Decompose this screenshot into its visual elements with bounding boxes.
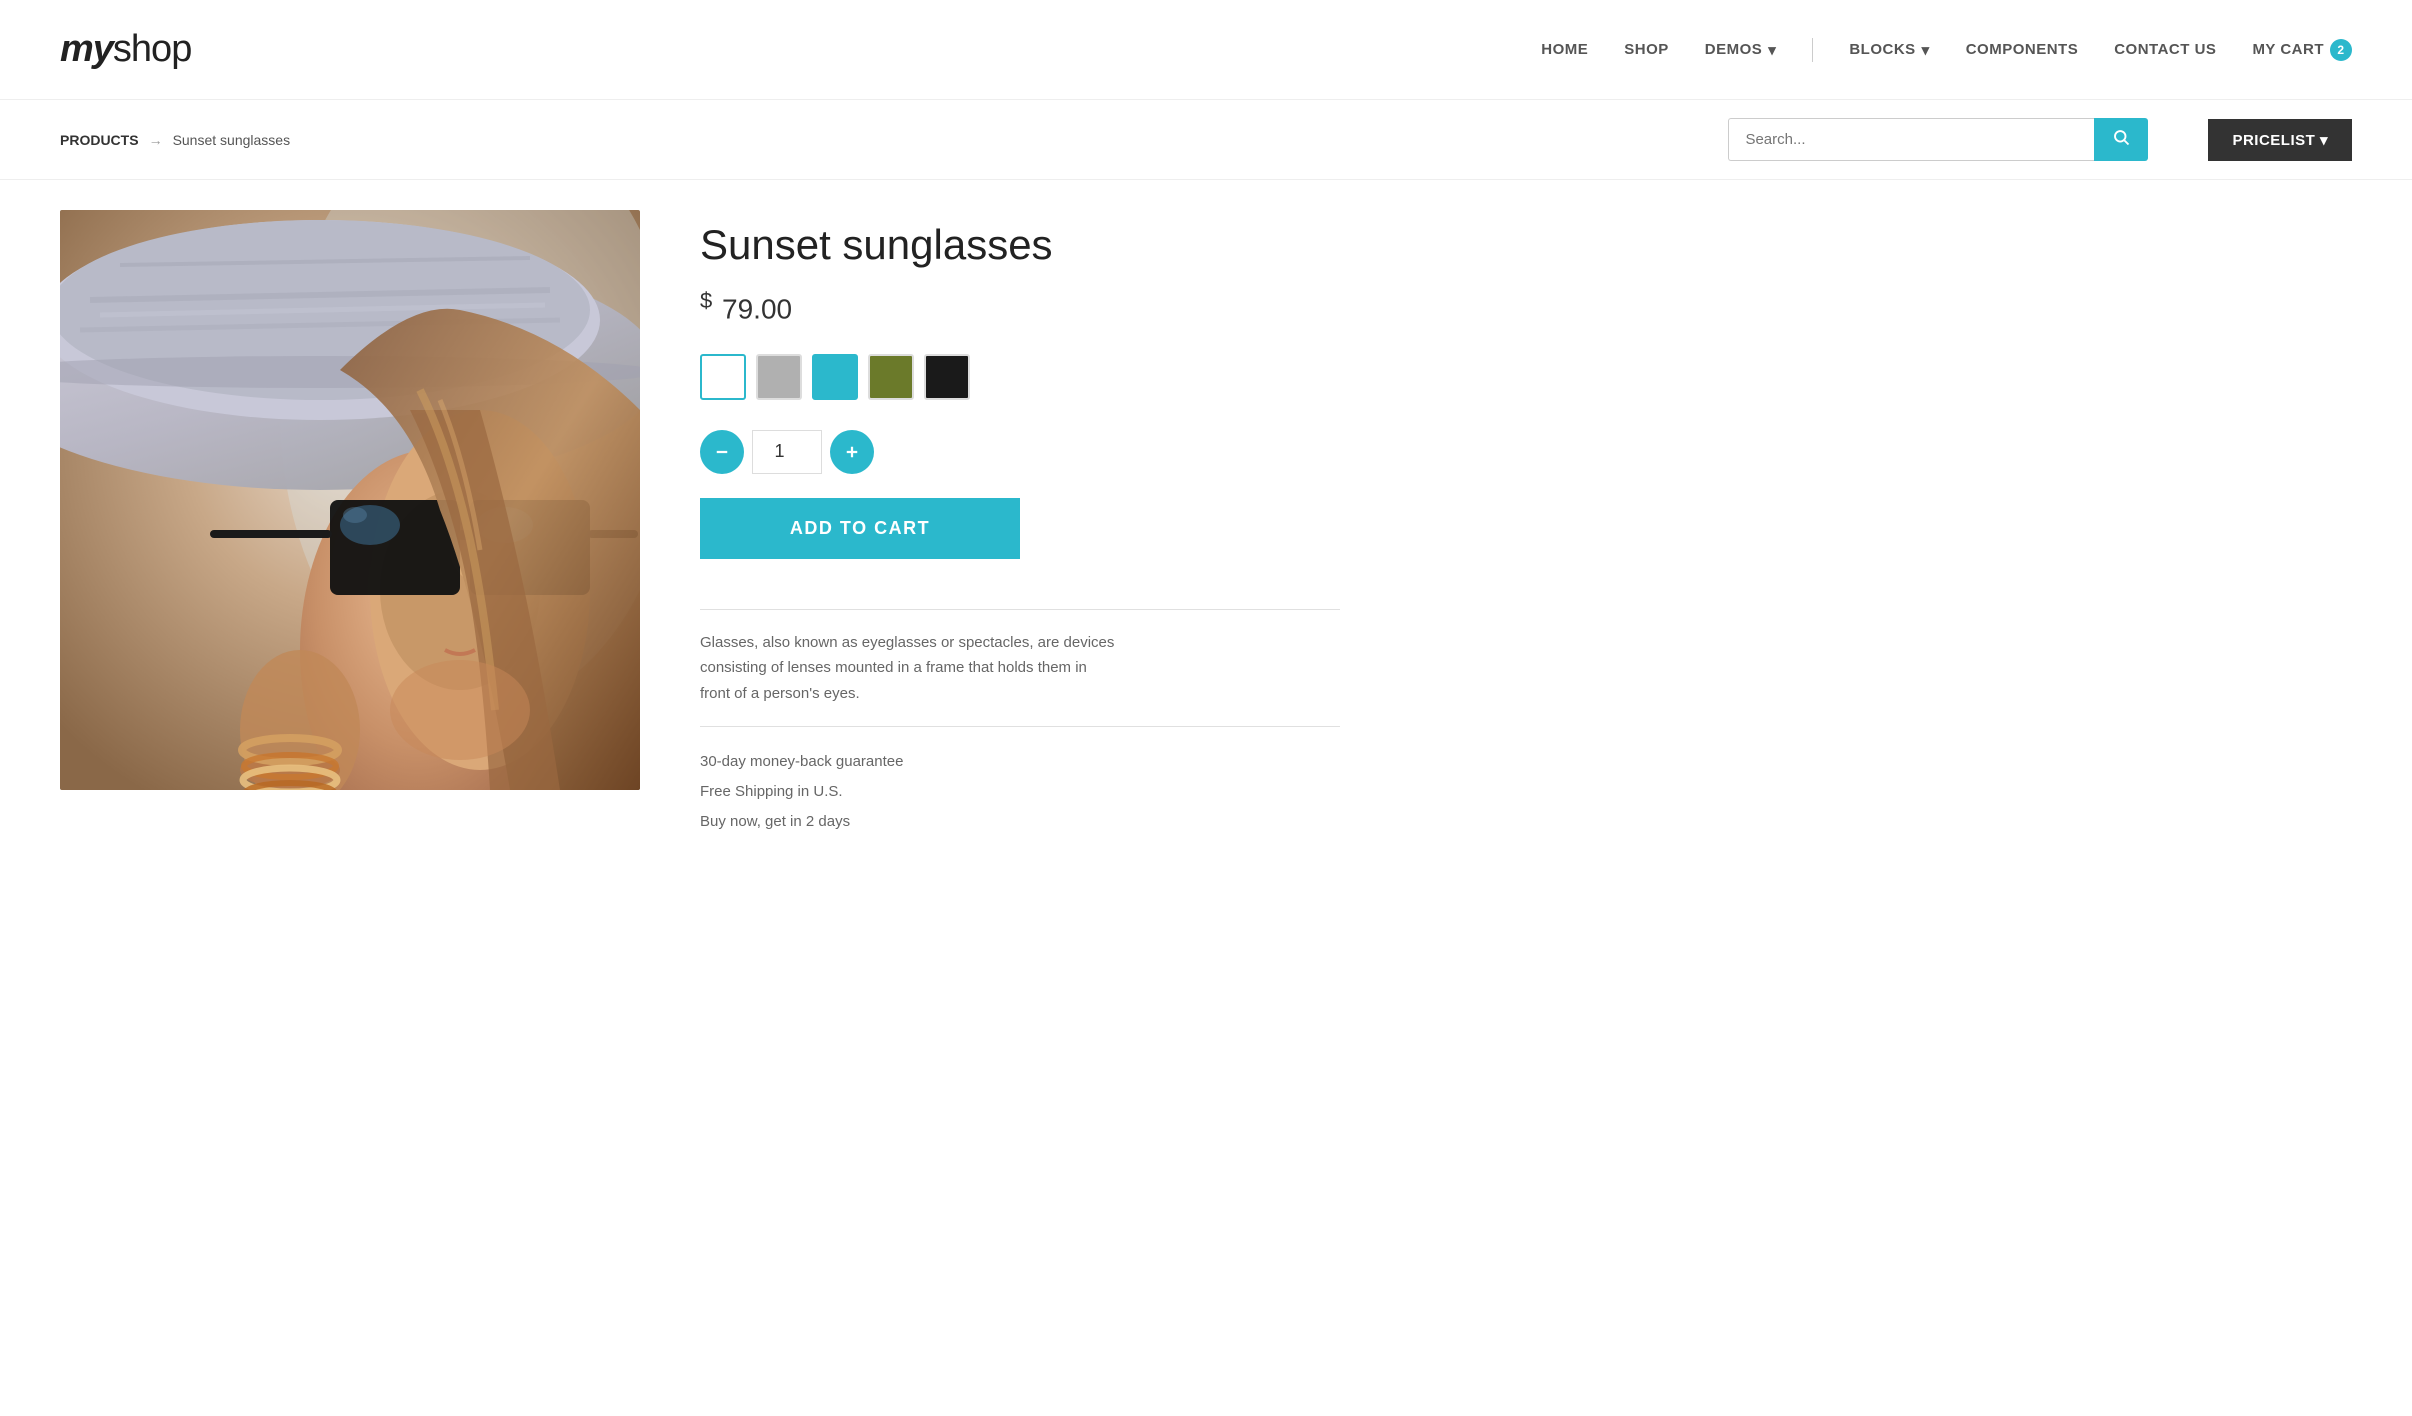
nav-item-components[interactable]: COMPONENTS — [1966, 41, 2079, 58]
feature-2: Free Shipping in U.S. — [700, 777, 1340, 807]
main-content: Sunset sunglasses $ 79.00 1 — [0, 180, 1400, 867]
quantity-increase-button[interactable] — [830, 430, 874, 474]
swatch-olive[interactable] — [868, 354, 914, 400]
logo-light: shop — [113, 28, 191, 70]
quantity-row: 1 — [700, 430, 1340, 474]
main-nav: HOME SHOP DEMOS ▾ BLOCKS ▾ COMPONENTS CO… — [1541, 38, 2352, 62]
product-description: Glasses, also known as eyeglasses or spe… — [700, 630, 1120, 707]
breadcrumb: PRODUCTS → Sunset sunglasses — [60, 132, 290, 148]
search-input[interactable] — [1728, 118, 2094, 161]
plus-icon — [843, 443, 861, 461]
nav-item-home[interactable]: HOME — [1541, 41, 1588, 58]
nav-item-shop[interactable]: SHOP — [1624, 41, 1669, 58]
product-image-container — [60, 210, 640, 790]
divider-1 — [700, 609, 1340, 610]
nav-item-demos[interactable]: DEMOS ▾ — [1705, 41, 1777, 59]
nav-item-cart[interactable]: MY CART 2 — [2252, 39, 2352, 61]
quantity-decrease-button[interactable] — [700, 430, 744, 474]
price-symbol: $ — [700, 288, 712, 313]
feature-3: Buy now, get in 2 days — [700, 807, 1340, 837]
product-price: $ 79.00 — [700, 288, 1340, 325]
product-image — [60, 210, 640, 790]
cart-badge-count: 2 — [2330, 39, 2352, 61]
color-swatches — [700, 354, 1340, 400]
search-container — [1728, 118, 2148, 161]
product-features: 30-day money-back guarantee Free Shippin… — [700, 747, 1340, 837]
product-title: Sunset sunglasses — [700, 220, 1340, 270]
swatch-black[interactable] — [924, 354, 970, 400]
breadcrumb-root[interactable]: PRODUCTS — [60, 132, 139, 148]
quantity-input[interactable]: 1 — [752, 430, 822, 474]
pricelist-button[interactable]: PRICELIST ▾ — [2208, 119, 2352, 161]
nav-divider-1 — [1812, 38, 1813, 62]
nav-item-contact[interactable]: CONTACT US — [2114, 41, 2216, 58]
divider-2 — [700, 726, 1340, 727]
price-value: 79.00 — [722, 294, 792, 325]
subheader: PRODUCTS → Sunset sunglasses PRICELIST ▾ — [0, 100, 2412, 180]
search-button[interactable] — [2094, 118, 2148, 161]
logo-bold: my — [60, 28, 113, 70]
demos-dropdown-icon: ▾ — [1768, 41, 1776, 59]
minus-icon — [713, 443, 731, 461]
product-details: Sunset sunglasses $ 79.00 1 — [700, 210, 1340, 837]
swatch-gray[interactable] — [756, 354, 802, 400]
swatch-cyan[interactable] — [812, 354, 858, 400]
feature-1: 30-day money-back guarantee — [700, 747, 1340, 777]
add-to-cart-button[interactable]: ADD TO CART — [700, 498, 1020, 559]
breadcrumb-arrow: → — [149, 132, 163, 148]
header: myshop HOME SHOP DEMOS ▾ BLOCKS ▾ COMPON… — [0, 0, 2412, 100]
swatch-white[interactable] — [700, 354, 746, 400]
blocks-dropdown-icon: ▾ — [1922, 41, 1930, 59]
breadcrumb-current: Sunset sunglasses — [173, 132, 291, 148]
logo[interactable]: myshop — [60, 28, 191, 71]
search-icon — [2112, 128, 2130, 146]
nav-item-blocks[interactable]: BLOCKS ▾ — [1849, 41, 1929, 59]
